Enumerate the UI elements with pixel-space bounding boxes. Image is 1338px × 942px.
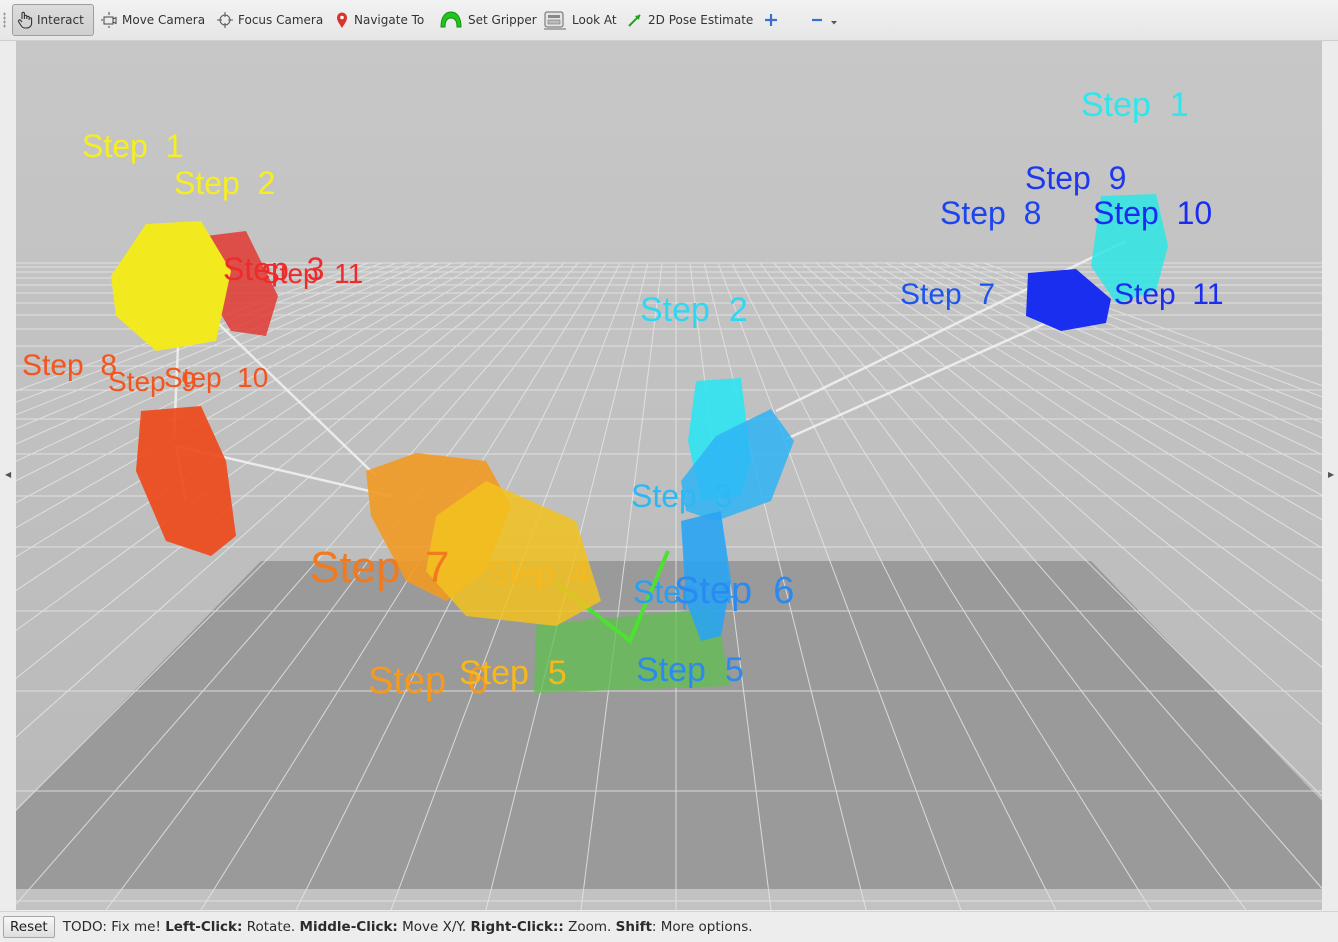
reset-button[interactable]: Reset [3, 916, 55, 938]
step-label: Step 1 [82, 128, 183, 164]
focus-camera-tool-button[interactable]: Focus Camera [212, 4, 327, 36]
step-label: Step 7 [900, 278, 995, 311]
look-at-tool-button[interactable]: Look At [538, 4, 621, 36]
focus-camera-icon [217, 12, 233, 28]
middle-click-desc: Move X/Y. [397, 919, 471, 935]
step-label: Step 3 [631, 478, 732, 514]
step-label: Step 5 [459, 654, 567, 692]
toolbar-grip[interactable] [3, 12, 6, 28]
step-label: Step 8 [940, 195, 1041, 231]
set-gripper-tool-label: Set Gripper [468, 13, 537, 27]
step-label: Step 4 [488, 555, 589, 591]
left-click-desc: Rotate. [242, 919, 300, 935]
step-label: Step 1 [1081, 86, 1189, 124]
interact-tool-button[interactable]: Interact [12, 4, 94, 36]
shift-desc: : More options. [651, 919, 753, 935]
move-camera-tool-button[interactable]: Move Camera [96, 4, 209, 36]
navigate-to-tool-label: Navigate To [354, 13, 425, 27]
look-at-tool-label: Look At [572, 13, 617, 27]
step-label: Step 8 [22, 349, 117, 382]
pose-estimate-tool-label: 2D Pose Estimate [648, 13, 754, 27]
step-label: Step 2 [174, 165, 275, 201]
scene-canvas[interactable]: Step 1Step 2Step 3Step 11Step 8Step 9Ste… [16, 41, 1322, 910]
pose-estimate-tool-button[interactable]: 2D Pose Estimate [622, 4, 757, 36]
status-bar: Reset TODO: Fix me! Left-Click: Rotate. … [0, 911, 1338, 942]
right-panel-toggle-icon[interactable]: ▶ [1328, 470, 1334, 479]
minus-dropdown-icon [812, 18, 837, 25]
remove-tool-button[interactable] [804, 4, 846, 36]
step-label: Step 6 [674, 570, 794, 612]
right-click-key: Right-Click:: [470, 919, 564, 935]
status-intro: TODO: Fix me! [62, 919, 166, 935]
step-label: Step 11 [261, 258, 363, 289]
step-label: Step 11 [1114, 278, 1224, 311]
step-label: Step 7 [310, 543, 449, 592]
step-label: Step 10 [164, 362, 268, 393]
add-tool-button[interactable] [760, 4, 786, 36]
plus-icon [765, 14, 777, 26]
toolbar: Interact Move Camera Focus Camera Naviga… [0, 0, 1338, 41]
navigate-to-tool-button[interactable]: Navigate To [330, 4, 428, 36]
step-label: Step 10 [1093, 195, 1212, 231]
right-click-desc: Zoom. [563, 919, 616, 935]
set-gripper-tool-button[interactable]: Set Gripper [434, 4, 541, 36]
3d-render-viewport[interactable]: Step 1 Step 2 Step 3 Step 11 Step 8 Step 9 Ste… [16, 41, 1322, 910]
middle-click-key: Middle-Click: [299, 919, 398, 935]
status-hint: TODO: Fix me! Left-Click: Rotate. Middle… [63, 919, 753, 935]
focus-camera-tool-label: Focus Camera [238, 13, 324, 27]
step-label: Step 2 [640, 291, 748, 329]
left-panel-toggle-icon[interactable]: ◀ [5, 470, 11, 479]
move-camera-icon [101, 12, 117, 28]
gripper-icon [440, 11, 462, 28]
look-at-icon [544, 11, 566, 30]
hand-pointer-icon [17, 11, 33, 29]
step-label: Step 9 [1025, 160, 1126, 196]
interact-tool-label: Interact [37, 13, 84, 27]
shift-key: Shift [615, 919, 652, 935]
map-pin-icon [337, 12, 347, 28]
step-label: Step 5 [636, 651, 744, 689]
move-camera-tool-label: Move Camera [122, 13, 206, 27]
left-click-key: Left-Click: [165, 919, 243, 935]
pose-arrow-icon [628, 14, 641, 27]
